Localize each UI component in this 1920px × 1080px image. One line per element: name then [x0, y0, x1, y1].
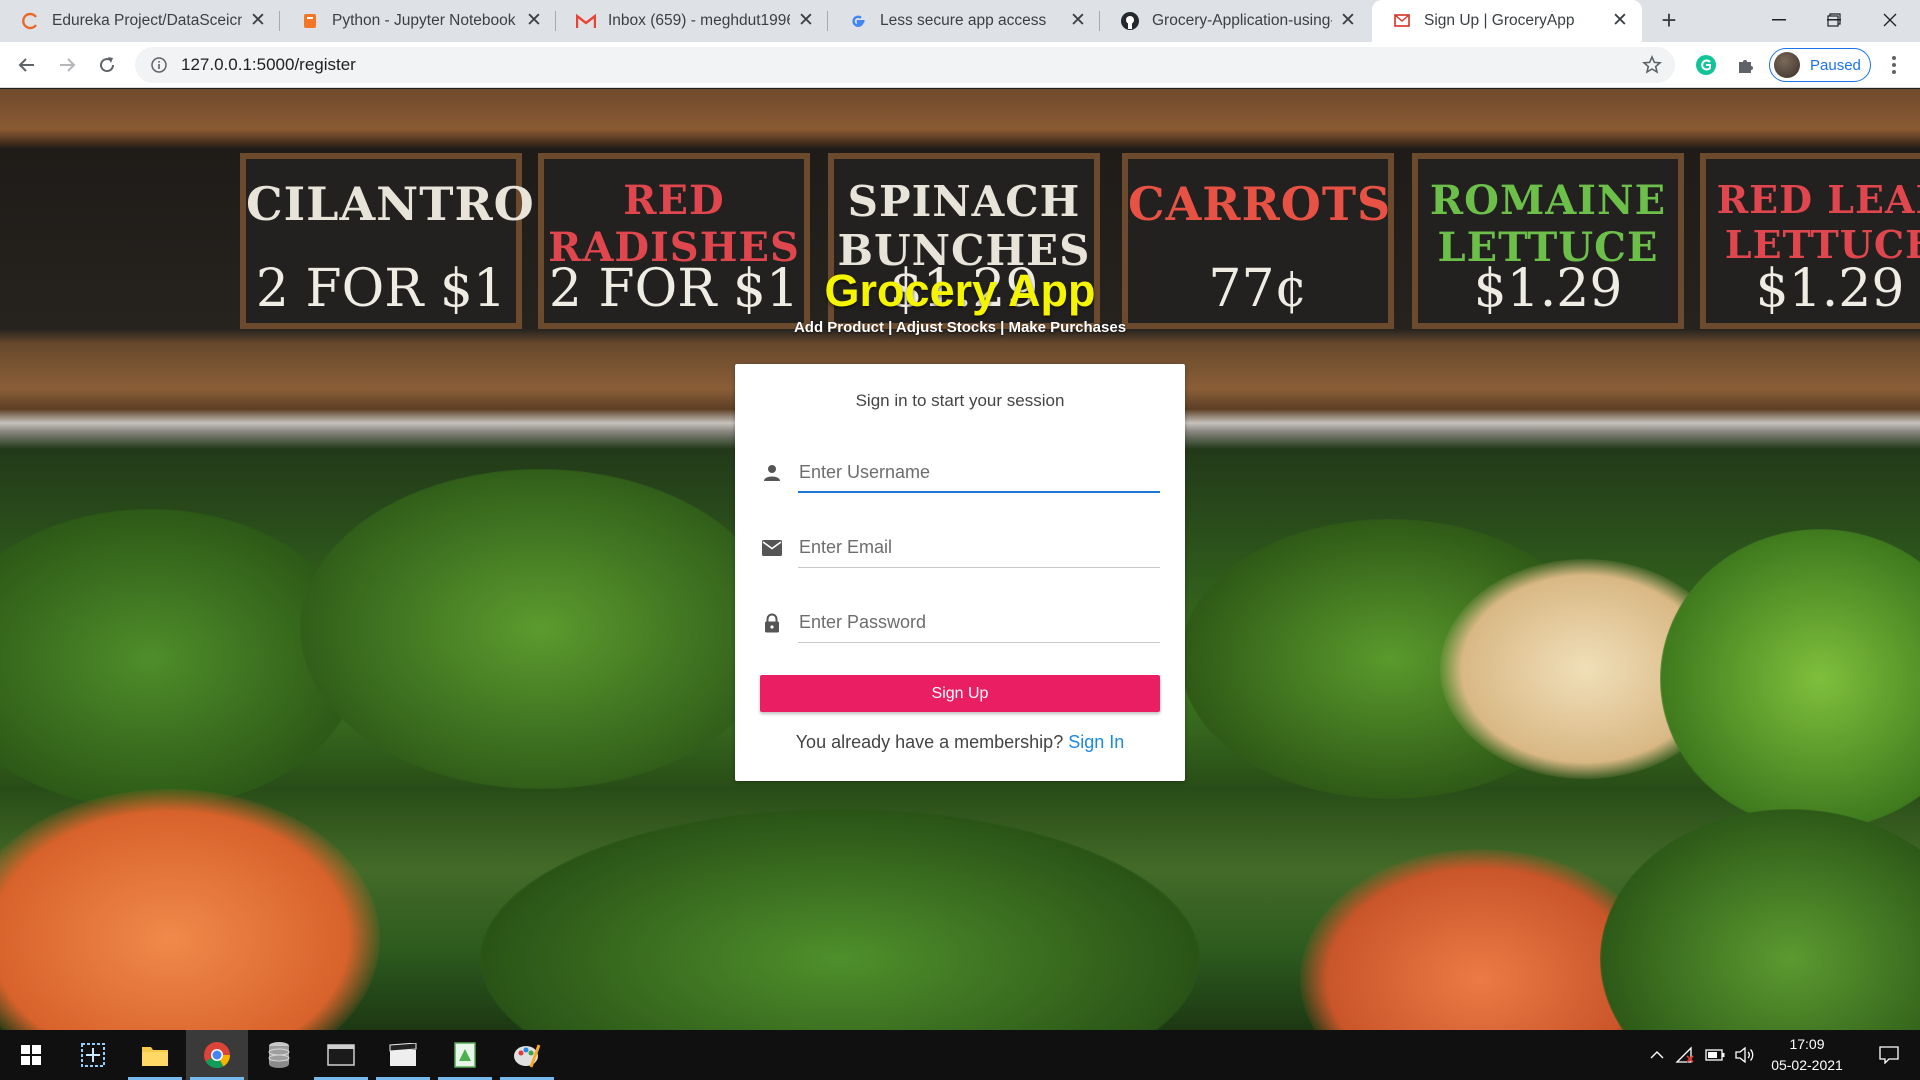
- browser-toolbar: 127.0.0.1:5000/register Paused: [0, 42, 1920, 88]
- tab-title: Python - Jupyter Notebook: [332, 12, 516, 29]
- page-background: CILANTRO 2 FOR $1 RED RADISHES 2 FOR $1 …: [0, 89, 1920, 1030]
- username-input[interactable]: [798, 447, 1160, 493]
- tab-google[interactable]: Less secure app access ✕: [828, 0, 1100, 42]
- windows-taskbar: 17:09 05-02-2021: [0, 1030, 1920, 1080]
- restore-window-icon[interactable]: [1806, 0, 1862, 40]
- video-editor-icon[interactable]: [372, 1030, 434, 1080]
- file-explorer-icon[interactable]: [124, 1030, 186, 1080]
- avatar: [1774, 52, 1800, 78]
- database-icon[interactable]: [248, 1030, 310, 1080]
- extensions-puzzle-icon[interactable]: [1732, 51, 1760, 79]
- tab-title: Edureka Project/DataSceicne: [52, 12, 242, 29]
- email-input[interactable]: [798, 522, 1160, 568]
- system-clock[interactable]: 17:09 05-02-2021: [1757, 1034, 1857, 1076]
- tab-title: Grocery-Application-using-F: [1152, 12, 1332, 29]
- tab-github[interactable]: Grocery-Application-using-F ✕: [1100, 0, 1370, 42]
- username-field-group: [760, 447, 1160, 497]
- edureka-icon: [20, 11, 40, 31]
- new-tab-button[interactable]: +: [1654, 6, 1684, 36]
- browser-tab-strip: Edureka Project/DataSceicne ✕ Python - J…: [0, 0, 1920, 42]
- windows-start-icon[interactable]: [0, 1030, 62, 1080]
- google-icon: [848, 11, 868, 31]
- battery-icon[interactable]: [1702, 1030, 1728, 1080]
- close-tab-icon[interactable]: ✕: [248, 11, 268, 31]
- tab-title: Inbox (659) - meghdut1996@: [608, 12, 790, 29]
- minimize-window-icon[interactable]: [1751, 0, 1807, 40]
- tab-title: Sign Up | GroceryApp: [1424, 12, 1575, 29]
- membership-footer: You already have a membership? Sign In: [735, 732, 1185, 753]
- url-text: 127.0.0.1:5000/register: [181, 55, 356, 74]
- github-icon: [1120, 11, 1140, 31]
- person-icon: [760, 461, 784, 485]
- tab-signup[interactable]: Sign Up | GroceryApp ✕: [1372, 0, 1642, 42]
- signup-card: Sign in to start your session Sign Up Yo…: [735, 364, 1185, 781]
- tab-edureka[interactable]: Edureka Project/DataSceicne ✕: [0, 0, 280, 42]
- app-subtitle: Add Product | Adjust Stocks | Make Purch…: [793, 319, 1127, 336]
- profile-button[interactable]: Paused: [1769, 48, 1871, 82]
- browser-menu-icon[interactable]: [1880, 51, 1908, 79]
- card-heading: Sign in to start your session: [855, 391, 1065, 410]
- notepad-icon[interactable]: [434, 1030, 496, 1080]
- terminal-icon[interactable]: [310, 1030, 372, 1080]
- mail-icon: [760, 536, 784, 560]
- password-field-group: [760, 597, 1160, 647]
- membership-text: You already have a membership?: [795, 732, 1064, 752]
- grammarly-icon[interactable]: [1692, 51, 1720, 79]
- paint-icon[interactable]: [496, 1030, 558, 1080]
- signup-button[interactable]: Sign Up: [760, 675, 1160, 712]
- app-title: Grocery App: [824, 265, 1096, 316]
- profile-status: Paused: [1810, 56, 1861, 74]
- page-icon: [1392, 11, 1412, 31]
- volume-icon[interactable]: [1732, 1030, 1758, 1080]
- tab-title: Less secure app access: [880, 12, 1047, 29]
- chrome-icon[interactable]: [186, 1030, 248, 1080]
- jupyter-icon: [300, 11, 320, 31]
- close-tab-icon[interactable]: ✕: [796, 11, 816, 31]
- tab-jupyter[interactable]: Python - Jupyter Notebook ✕: [280, 0, 556, 42]
- chevron-up-icon[interactable]: [1646, 1030, 1668, 1080]
- gmail-icon: [576, 11, 596, 31]
- close-tab-icon[interactable]: ✕: [524, 11, 544, 31]
- bookmark-star-icon[interactable]: [1641, 54, 1663, 76]
- email-field-group: [760, 522, 1160, 572]
- close-tab-icon[interactable]: ✕: [1338, 11, 1358, 31]
- close-tab-icon[interactable]: ✕: [1068, 11, 1088, 31]
- network-disconnected-icon[interactable]: [1672, 1030, 1698, 1080]
- password-input[interactable]: [798, 597, 1160, 643]
- reload-icon[interactable]: [91, 49, 123, 81]
- back-icon[interactable]: [11, 49, 43, 81]
- clock-time: 17:09: [1789, 1036, 1825, 1052]
- close-window-icon[interactable]: [1862, 0, 1918, 40]
- close-tab-icon[interactable]: ✕: [1610, 11, 1630, 31]
- clock-date: 05-02-2021: [1771, 1057, 1843, 1073]
- address-bar[interactable]: 127.0.0.1:5000/register: [135, 47, 1675, 83]
- forward-icon[interactable]: [51, 49, 83, 81]
- lock-icon: [760, 611, 784, 635]
- notification-center-icon[interactable]: [1864, 1030, 1914, 1080]
- info-icon[interactable]: [149, 55, 169, 75]
- snipping-icon[interactable]: [62, 1030, 124, 1080]
- tab-gmail[interactable]: Inbox (659) - meghdut1996@ ✕: [556, 0, 828, 42]
- signin-link[interactable]: Sign In: [1068, 732, 1124, 752]
